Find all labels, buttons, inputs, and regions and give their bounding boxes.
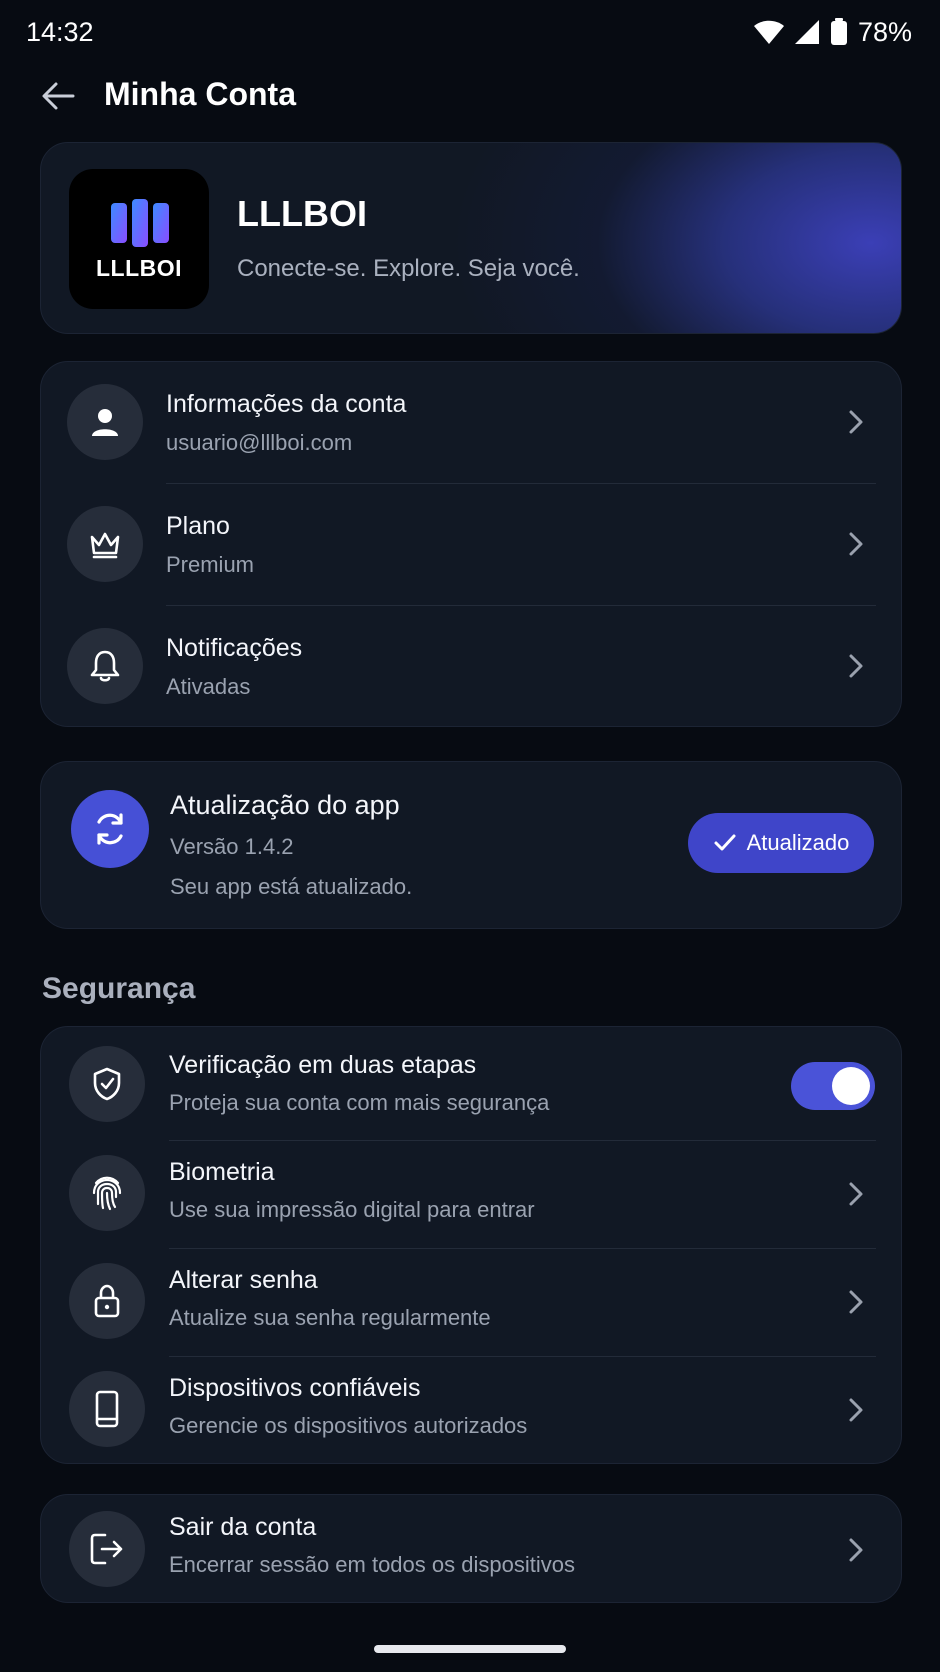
chevron-right-icon (841, 1287, 871, 1317)
row-title: Alterar senha (169, 1266, 318, 1294)
app-logo: LLLBOI (69, 169, 209, 309)
app-tagline: Conecte-se. Explore. Seja você. (237, 255, 580, 282)
checkmark-icon (714, 834, 736, 851)
row-title: Notificações (166, 634, 303, 662)
row-subtitle: usuario@lllboi.com (166, 430, 353, 455)
security-card: Verificação em duas etapas Proteja sua c… (40, 1026, 902, 1464)
battery-percentage: 78% (857, 16, 912, 47)
status-bar: 14:32 78% (0, 0, 940, 64)
two-factor-toggle[interactable] (791, 1062, 875, 1110)
refresh-icon (97, 813, 123, 845)
chevron-right-icon (841, 1395, 871, 1425)
refresh-icon-wrapper (71, 790, 149, 868)
app-update-card: Atualização do app Versão 1.4.2 Seu app … (40, 761, 902, 929)
page-title: Minha Conta (104, 76, 296, 112)
app-name: LLLBOI (237, 193, 367, 234)
phone-icon (95, 1390, 119, 1428)
crown-icon-wrapper (67, 506, 143, 582)
user-icon-wrapper (67, 384, 143, 460)
app-hero-card: LLLBOI LLLBOI Conecte-se. Explore. Seja … (40, 142, 902, 334)
change-password-row[interactable]: Alterar senha Atualize sua senha regular… (41, 1249, 901, 1356)
row-subtitle: Premium (166, 552, 255, 577)
home-indicator[interactable] (374, 1645, 566, 1653)
fingerprint-icon (92, 1176, 122, 1211)
battery-icon (830, 18, 847, 45)
fingerprint-icon-wrapper (69, 1155, 145, 1231)
updated-button[interactable]: Atualizado (688, 813, 874, 873)
update-title: Atualização do app (170, 790, 400, 820)
bell-icon-wrapper (67, 628, 143, 704)
user-icon (92, 409, 118, 436)
plan-row[interactable]: Plano Premium (41, 484, 901, 605)
shield-check-icon (93, 1067, 121, 1101)
notifications-row[interactable]: Notificações Ativadas (41, 606, 901, 727)
row-title: Informações da conta (166, 390, 407, 418)
two-factor-row[interactable]: Verificação em duas etapas Proteja sua c… (41, 1027, 901, 1140)
row-title: Plano (166, 512, 230, 540)
wifi-icon (753, 20, 784, 44)
logo-mark-icon (111, 199, 169, 247)
row-subtitle: Gerencie os dispositivos autorizados (169, 1413, 528, 1438)
chevron-right-icon (841, 1179, 871, 1209)
back-button[interactable] (36, 74, 80, 118)
update-version: Versão 1.4.2 (170, 834, 294, 859)
status-icons: 78% (753, 16, 912, 48)
account-info-row[interactable]: Informações da conta usuario@lllboi.com (41, 362, 901, 483)
section-title-security: Segurança (42, 972, 196, 1005)
logout-icon-wrapper (69, 1511, 145, 1587)
arrow-left-icon (42, 82, 75, 110)
chevron-right-icon (841, 407, 871, 437)
status-time: 14:32 (26, 16, 94, 47)
cellular-signal-icon (794, 20, 819, 44)
row-subtitle: Ativadas (166, 674, 251, 699)
row-subtitle: Atualize sua senha regularmente (169, 1305, 491, 1330)
account-card: Informações da conta usuario@lllboi.com … (40, 361, 902, 727)
trusted-devices-row[interactable]: Dispositivos confiáveis Gerencie os disp… (41, 1357, 901, 1464)
chevron-right-icon (841, 1535, 871, 1565)
row-subtitle: Use sua impressão digital para entrar (169, 1197, 535, 1222)
row-title: Dispositivos confiáveis (169, 1374, 421, 1402)
row-title: Biometria (169, 1158, 275, 1186)
updated-button-label: Atualizado (746, 830, 850, 855)
chevron-right-icon (841, 529, 871, 559)
row-subtitle: Encerrar sessão em todos os dispositivos (169, 1552, 575, 1577)
logout-icon (90, 1533, 123, 1565)
update-status: Seu app está atualizado. (170, 874, 413, 899)
biometrics-row[interactable]: Biometria Use sua impressão digital para… (41, 1141, 901, 1248)
shield-icon-wrapper (69, 1046, 145, 1122)
toggle-knob (832, 1067, 870, 1105)
lock-icon (94, 1284, 120, 1318)
row-title: Sair da conta (169, 1513, 317, 1541)
logo-wordmark: LLLBOI (95, 255, 183, 281)
app-bar: Minha Conta (0, 64, 940, 128)
bell-icon (90, 650, 120, 682)
chevron-right-icon (841, 651, 871, 681)
logout-card[interactable]: Sair da conta Encerrar sessão em todos o… (40, 1494, 902, 1603)
row-title: Verificação em duas etapas (169, 1051, 477, 1079)
lock-icon-wrapper (69, 1263, 145, 1339)
phone-icon-wrapper (69, 1371, 145, 1447)
row-subtitle: Proteja sua conta com mais segurança (169, 1090, 550, 1115)
crown-icon (90, 532, 120, 559)
